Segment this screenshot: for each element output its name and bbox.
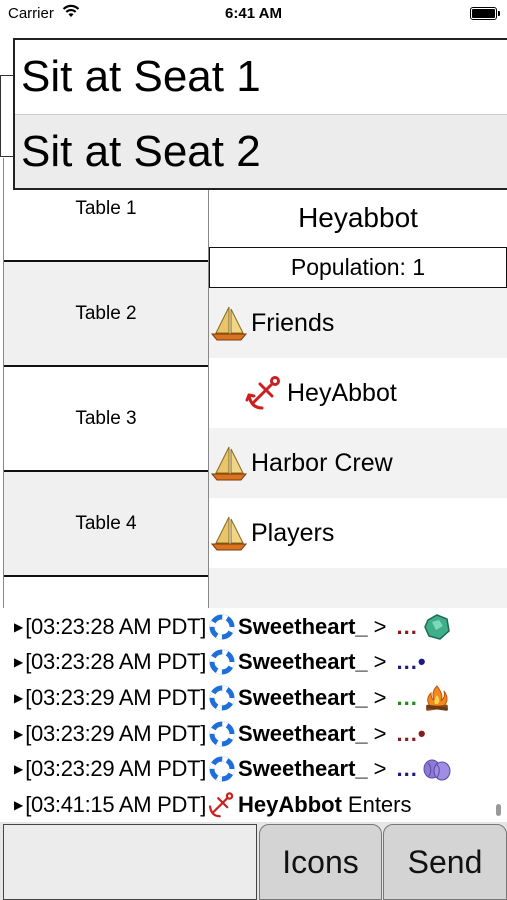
chat-arrow: > bbox=[373, 721, 387, 746]
green-gem-icon bbox=[424, 614, 450, 640]
tables-list[interactable]: Table 1 Table 2 Table 3 Table 4 bbox=[3, 158, 209, 608]
chat-dots: ... bbox=[396, 614, 418, 639]
member-label: HeyAbbot bbox=[287, 378, 397, 407]
expand-triangle-icon[interactable]: ▶ bbox=[14, 691, 23, 705]
chat-username[interactable]: Sweetheart_ bbox=[238, 614, 368, 640]
icons-button[interactable]: Icons bbox=[259, 824, 382, 900]
sailboat-icon bbox=[210, 306, 248, 341]
member-row-empty bbox=[209, 568, 507, 608]
bottom-bar: Icons Send bbox=[0, 822, 507, 900]
send-button[interactable]: Send bbox=[383, 824, 507, 900]
chat-line: ▶ [03:23:29 AM PDT] Sweetheart_ > ... bbox=[14, 682, 452, 714]
chat-dots: ... bbox=[396, 685, 418, 710]
dropdown-anchor bbox=[0, 75, 14, 157]
table-item-5[interactable] bbox=[4, 577, 208, 608]
member-row-friends[interactable]: Friends bbox=[209, 288, 507, 358]
chat-arrow: > bbox=[373, 614, 387, 639]
life-ring-icon bbox=[209, 756, 235, 782]
chat-arrow: > bbox=[373, 685, 387, 710]
chat-log[interactable]: ▶ [03:23:28 AM PDT] Sweetheart_ > ... ▶ … bbox=[0, 608, 507, 822]
chat-line: ▶ [03:23:28 AM PDT] Sweetheart_ > ... bbox=[14, 611, 452, 643]
member-row-heyabbot[interactable]: HeyAbbot bbox=[209, 358, 507, 428]
chat-dots: ...• bbox=[396, 721, 427, 746]
chat-line: ▶ [03:41:15 AM PDT] HeyAbbot Enters bbox=[14, 789, 412, 821]
chat-arrow: > bbox=[373, 756, 387, 781]
table-item-2[interactable]: Table 2 bbox=[4, 262, 208, 367]
chat-dots: ...• bbox=[396, 649, 427, 674]
member-label: Friends bbox=[251, 308, 335, 337]
population-label: Population: 1 bbox=[209, 247, 507, 288]
anchor-icon bbox=[245, 376, 280, 410]
table-label: Table 4 bbox=[75, 512, 137, 534]
chat-username[interactable]: Sweetheart_ bbox=[238, 649, 368, 675]
sit-seat-2-option[interactable]: Sit at Seat 2 bbox=[15, 114, 507, 188]
chat-line: ▶ [03:23:29 AM PDT] Sweetheart_ > ...• bbox=[14, 718, 427, 750]
member-row-players[interactable]: Players bbox=[209, 498, 507, 568]
anchor-icon bbox=[208, 792, 234, 818]
chat-timestamp: [03:41:15 AM PDT] bbox=[25, 792, 207, 817]
expand-triangle-icon[interactable]: ▶ bbox=[14, 655, 23, 669]
table-label: Table 2 bbox=[75, 302, 137, 324]
life-ring-icon bbox=[209, 649, 235, 675]
chat-username[interactable]: Sweetheart_ bbox=[238, 756, 368, 782]
expand-triangle-icon[interactable]: ▶ bbox=[14, 762, 23, 776]
life-ring-icon bbox=[209, 685, 235, 711]
chat-username[interactable]: Sweetheart_ bbox=[238, 721, 368, 747]
room-panel: Heyabbot Population: 1 Friends HeyAbbot bbox=[209, 158, 507, 608]
room-name: Heyabbot bbox=[298, 202, 418, 233]
chat-timestamp: [03:23:29 AM PDT] bbox=[25, 685, 207, 710]
life-ring-icon bbox=[209, 614, 235, 640]
chat-username[interactable]: HeyAbbot bbox=[238, 792, 342, 818]
partial-chat-line bbox=[22, 608, 212, 610]
purple-yarn-icon bbox=[423, 759, 451, 781]
table-label: Table 1 bbox=[75, 198, 137, 219]
chat-username[interactable]: Sweetheart_ bbox=[238, 685, 368, 711]
campfire-icon bbox=[425, 685, 448, 711]
chat-timestamp: [03:23:29 AM PDT] bbox=[25, 756, 207, 781]
battery-icon bbox=[470, 7, 500, 20]
sailboat-icon bbox=[210, 446, 248, 481]
life-ring-icon bbox=[209, 721, 235, 747]
message-input[interactable] bbox=[3, 824, 257, 900]
chat-message: Enters bbox=[347, 792, 412, 817]
status-bar: Carrier 6:41 AM bbox=[0, 0, 507, 28]
chat-timestamp: [03:23:29 AM PDT] bbox=[25, 721, 207, 746]
member-label: Harbor Crew bbox=[251, 448, 393, 477]
expand-triangle-icon[interactable]: ▶ bbox=[14, 727, 23, 741]
chat-arrow: > bbox=[373, 649, 387, 674]
chat-line: ▶ [03:23:29 AM PDT] Sweetheart_ > ... bbox=[14, 753, 452, 785]
seat-dropdown[interactable]: Sit at Seat 1 Sit at Seat 2 bbox=[13, 38, 507, 190]
sit-seat-1-option[interactable]: Sit at Seat 1 bbox=[15, 40, 507, 114]
table-item-4[interactable]: Table 4 bbox=[4, 472, 208, 577]
chat-timestamp: [03:23:28 AM PDT] bbox=[25, 614, 207, 639]
chat-line: ▶ [03:23:28 AM PDT] Sweetheart_ > ...• bbox=[14, 646, 427, 678]
table-label: Table 3 bbox=[75, 407, 137, 429]
member-row-harbor-crew[interactable]: Harbor Crew bbox=[209, 428, 507, 498]
sailboat-icon bbox=[210, 516, 248, 551]
expand-triangle-icon[interactable]: ▶ bbox=[14, 620, 23, 634]
expand-triangle-icon[interactable]: ▶ bbox=[14, 798, 23, 812]
scroll-indicator[interactable] bbox=[496, 804, 501, 816]
clock: 6:41 AM bbox=[225, 5, 282, 22]
member-label: Players bbox=[251, 518, 335, 547]
chat-timestamp: [03:23:28 AM PDT] bbox=[25, 649, 207, 674]
table-item-3[interactable]: Table 3 bbox=[4, 367, 208, 472]
chat-dots: ... bbox=[396, 756, 418, 781]
